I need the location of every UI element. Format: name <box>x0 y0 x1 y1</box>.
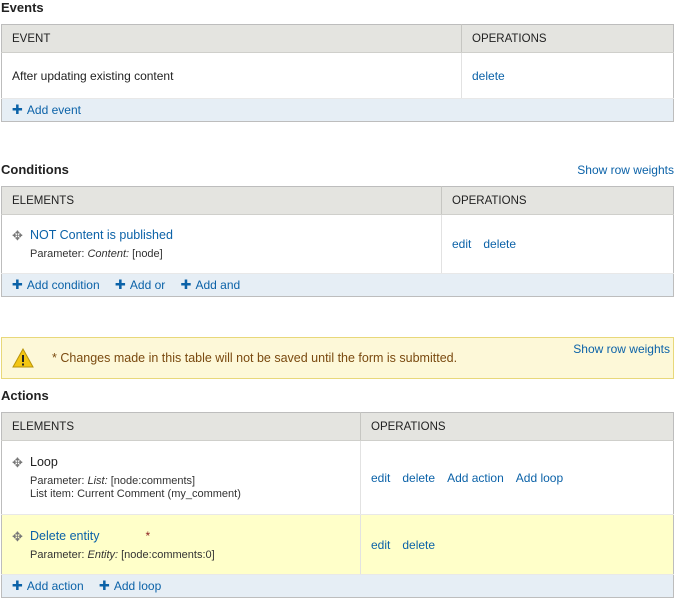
plus-icon: ✚ <box>180 277 192 292</box>
warning-message: * Changes made in this table will not be… <box>52 351 458 365</box>
conditions-show-row-weights-link[interactable]: Show row weights <box>577 163 674 177</box>
drag-handle-icon[interactable]: ✥ <box>12 228 30 244</box>
edit-loop-link[interactable]: edit <box>371 471 390 485</box>
action-loop-parameter: Parameter: List: [node:comments] <box>30 475 196 487</box>
table-row: ✥ Loop Parameter: List: [node:comments] … <box>1 440 674 515</box>
warning-icon <box>12 347 34 371</box>
add-or-link[interactable]: ✚ Add or <box>114 277 165 292</box>
actions-header-row: ELEMENTS OPERATIONS <box>1 412 674 441</box>
actions-col-elements: ELEMENTS <box>1 412 361 441</box>
plus-icon: ✚ <box>12 578 23 593</box>
drag-handle-icon[interactable]: ✥ <box>12 529 30 545</box>
edit-delete-entity-link[interactable]: edit <box>371 538 390 552</box>
conditions-table: ELEMENTS OPERATIONS ✥ NOT Content is pub… <box>1 186 674 297</box>
edit-condition-link[interactable]: edit <box>452 237 471 251</box>
add-and-link[interactable]: ✚ Add and <box>180 277 241 292</box>
add-loop-link[interactable]: ✚ Add loop <box>98 578 161 593</box>
unsaved-changes-warning: * Changes made in this table will not be… <box>1 337 674 379</box>
events-table: EVENT OPERATIONS After updating existing… <box>1 24 674 122</box>
events-title: Events <box>1 0 44 15</box>
events-header-row: EVENT OPERATIONS <box>1 24 674 53</box>
drag-handle-icon[interactable]: ✥ <box>12 455 30 471</box>
actions-footer: ✚ Add action ✚ Add loop <box>1 574 674 598</box>
loop-add-action-link[interactable]: Add action <box>447 471 504 485</box>
conditions-title: Conditions <box>1 162 69 177</box>
plus-icon: ✚ <box>98 578 110 593</box>
delete-loop-link[interactable]: delete <box>402 471 435 485</box>
delete-event-link[interactable]: delete <box>472 69 505 83</box>
event-operations: delete <box>461 52 674 99</box>
conditions-header-row: ELEMENTS OPERATIONS <box>1 186 674 215</box>
actions-col-operations: OPERATIONS <box>360 412 674 441</box>
condition-label-link[interactable]: NOT Content is published <box>30 228 173 242</box>
actions-show-row-weights-link[interactable]: Show row weights <box>573 342 670 356</box>
loop-add-loop-link[interactable]: Add loop <box>516 471 563 485</box>
delete-entity-parameter: Parameter: Entity: [node:comments:0] <box>30 548 215 561</box>
add-event-link[interactable]: ✚ Add event <box>12 102 81 117</box>
events-col-operations: OPERATIONS <box>461 24 674 53</box>
table-row: ✥ NOT Content is published Parameter: Co… <box>1 214 674 274</box>
delete-condition-link[interactable]: delete <box>483 237 516 251</box>
delete-entity-link[interactable]: Delete entity <box>30 529 99 543</box>
action-loop-list-item: List item: Current Comment (my_comment) <box>30 488 241 500</box>
delete-delete-entity-link[interactable]: delete <box>402 538 435 552</box>
actions-title: Actions <box>1 388 49 403</box>
plus-icon: ✚ <box>12 102 23 117</box>
add-action-link[interactable]: ✚ Add action <box>12 578 84 593</box>
events-footer: ✚ Add event <box>1 98 674 122</box>
condition-parameter: Parameter: Content: [node] <box>30 248 163 260</box>
plus-icon: ✚ <box>12 277 23 292</box>
add-condition-link[interactable]: ✚ Add condition <box>12 277 100 292</box>
action-loop-label: Loop <box>30 455 58 469</box>
loop-operations: edit delete Add action Add loop <box>360 440 674 515</box>
actions-table: ELEMENTS OPERATIONS ✥ Loop Parameter: Li… <box>1 412 674 598</box>
plus-icon: ✚ <box>114 277 126 292</box>
conditions-col-operations: OPERATIONS <box>441 186 674 215</box>
delete-entity-operations: edit delete <box>360 514 674 575</box>
table-row: After updating existing content delete <box>1 52 674 99</box>
events-col-event: EVENT <box>1 24 462 53</box>
event-label: After updating existing content <box>1 52 462 99</box>
condition-operations: edit delete <box>441 214 674 274</box>
table-row: ✥ Delete entity * Parameter: Entity: [nod… <box>1 514 674 575</box>
conditions-footer: ✚ Add condition ✚ Add or ✚ Add and <box>1 273 674 297</box>
conditions-col-elements: ELEMENTS <box>1 186 442 215</box>
changed-marker: * <box>145 528 151 543</box>
